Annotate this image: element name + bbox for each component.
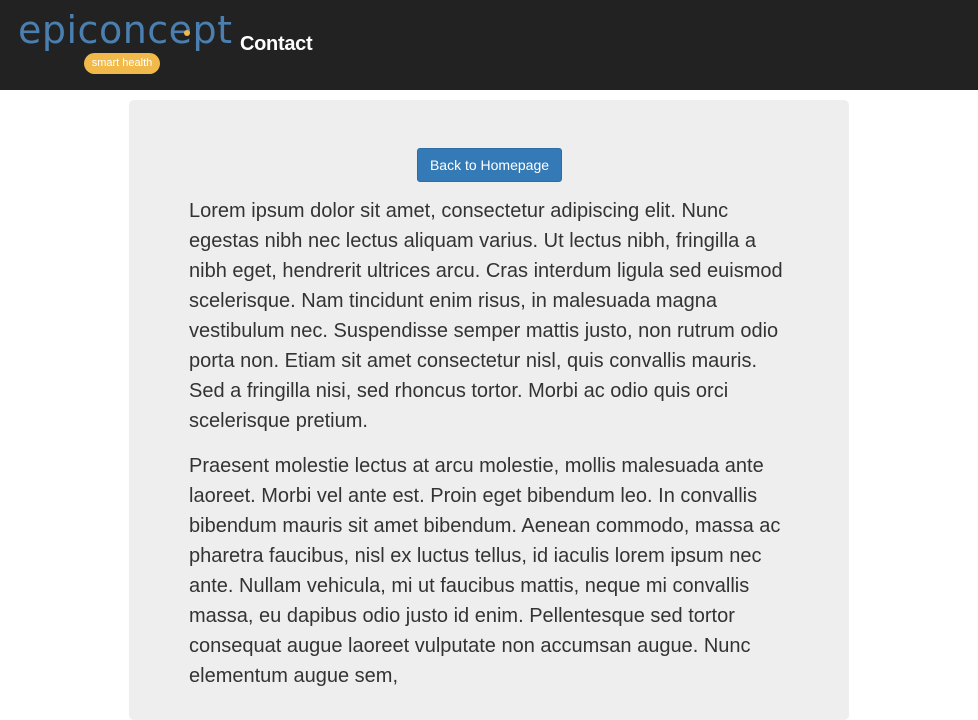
epiconcept-logo[interactable]: epiconcept smart health — [18, 6, 233, 78]
logo-tagline-badge: smart health — [84, 53, 160, 74]
page-title: Contact — [240, 33, 313, 55]
logo-wordmark: epiconcept — [18, 8, 233, 52]
logo-accent-dot — [184, 30, 190, 36]
paragraph-1: Lorem ipsum dolor sit amet, consectetur … — [189, 200, 783, 432]
top-navbar: epiconcept smart health Contact — [0, 0, 978, 90]
paragraph-2: Praesent molestie lectus at arcu molesti… — [189, 455, 781, 687]
back-to-homepage-button[interactable]: Back to Homepage — [417, 148, 562, 182]
content-panel: Back to Homepage Lorem ipsum dolor sit a… — [129, 100, 849, 720]
content-body: Lorem ipsum dolor sit amet, consectetur … — [189, 196, 789, 706]
